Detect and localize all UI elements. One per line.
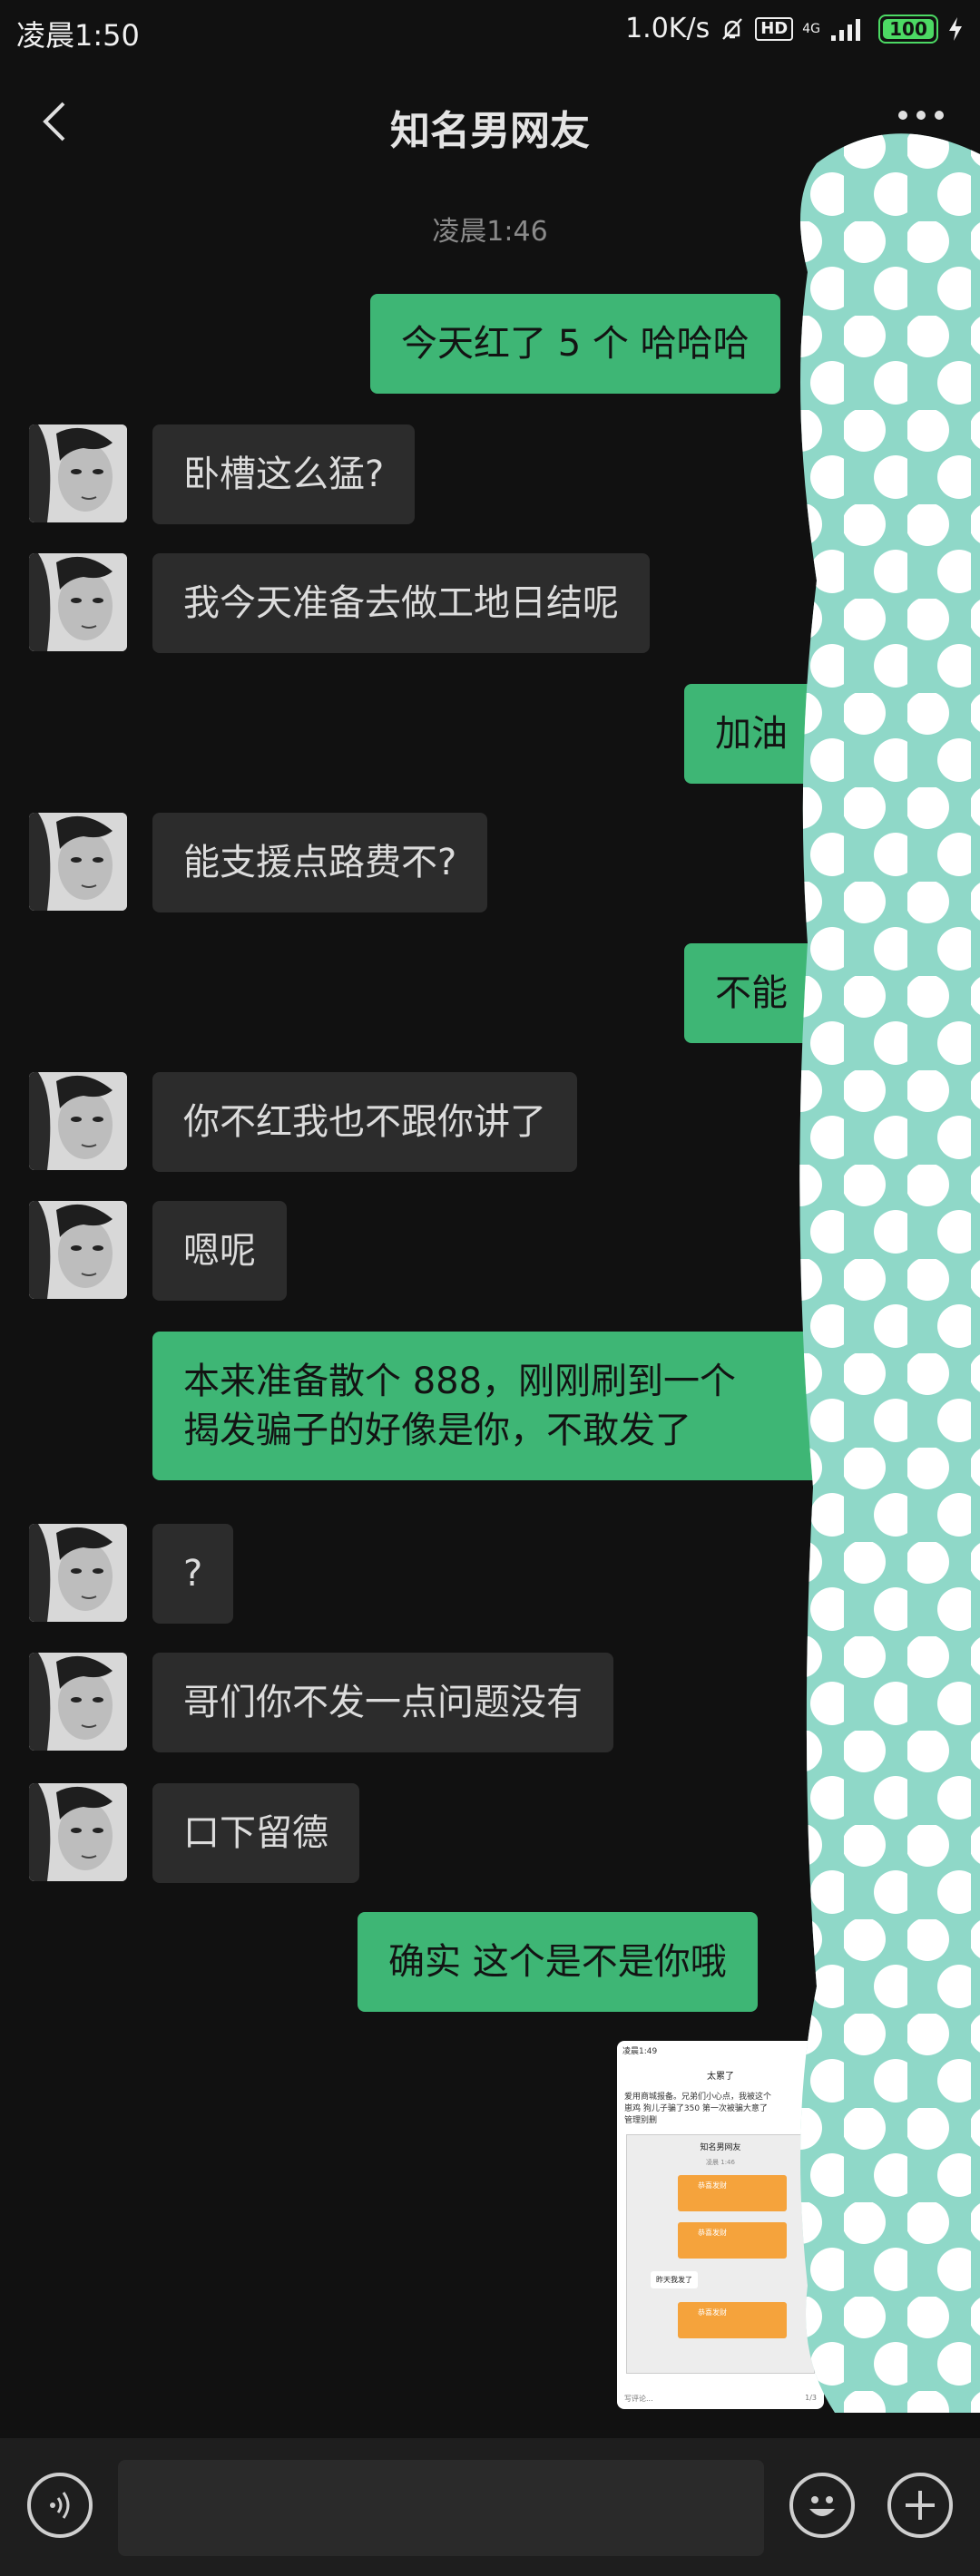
battery-level: 100 xyxy=(889,17,927,40)
voice-icon[interactable] xyxy=(27,2473,93,2538)
avatar[interactable] xyxy=(29,1524,127,1622)
more-dots-icon[interactable] xyxy=(898,111,944,120)
battery-icon: 100 xyxy=(878,14,938,44)
hd-badge: HD xyxy=(755,16,794,41)
bell-muted-icon xyxy=(722,17,743,40)
avatar-image xyxy=(29,1653,127,1751)
message-bubble-in[interactable]: 我今天准备去做工地日结呢 xyxy=(152,553,650,653)
message-bubble-out[interactable]: 确实 这个是不是你哦 xyxy=(358,1912,758,2012)
avatar-image xyxy=(29,1072,127,1170)
avatar[interactable] xyxy=(29,1072,127,1170)
avatar[interactable] xyxy=(29,1783,127,1881)
thumb-red-label: 恭喜发财 xyxy=(698,2181,727,2190)
status-bar: 凌晨1:50 1.0K/s HD 4G 100 xyxy=(0,0,980,65)
message-bubble-in[interactable]: ? xyxy=(152,1524,234,1624)
polka-dot-sticker xyxy=(799,133,980,2413)
avatar[interactable] xyxy=(29,1653,127,1751)
thumb-red-packet: 恭喜发财 xyxy=(678,2175,787,2211)
avatar[interactable] xyxy=(29,813,127,911)
message-bubble-in[interactable]: 卧槽这么猛? xyxy=(152,424,416,524)
network-speed: 1.0K/s xyxy=(625,13,710,44)
message-bubble-in[interactable]: 嗯呢 xyxy=(152,1201,287,1301)
dot xyxy=(898,111,907,120)
network-type: 4G xyxy=(802,23,820,35)
emoji-icon[interactable] xyxy=(789,2473,855,2538)
message-bubble-in[interactable]: 能支援点路费不? xyxy=(152,813,488,912)
message-line: 揭发骗子的好像是你，不敢发了 xyxy=(183,1410,691,1451)
signal-icon xyxy=(831,18,860,41)
message-input[interactable] xyxy=(118,2460,764,2556)
plus-sign xyxy=(906,2491,935,2520)
thumb-author: 太累了 xyxy=(707,2072,734,2082)
message-bubble-in[interactable]: 你不红我也不跟你讲了 xyxy=(152,1072,577,1172)
thumb-status-time: 凌晨1:49 xyxy=(622,2047,658,2056)
dot xyxy=(935,111,944,120)
message-bubble-out[interactable]: 今天红了 5 个 哈哈哈 xyxy=(370,294,780,394)
thumb-red-label: 恭喜发财 xyxy=(698,2308,727,2317)
message-bubble-in[interactable]: 口下留德 xyxy=(152,1783,359,1883)
avatar-image xyxy=(29,1201,127,1299)
thumb-red-packet: 恭喜发财 xyxy=(678,2222,787,2259)
avatar-image xyxy=(29,813,127,911)
avatar-image xyxy=(29,1524,127,1622)
avatar[interactable] xyxy=(29,424,127,522)
charging-icon xyxy=(949,16,962,41)
voice-waves xyxy=(50,2492,70,2519)
thumb-comment-placeholder: 写评论... xyxy=(624,2395,653,2403)
status-icons: 1.0K/s HD 4G 100 xyxy=(625,13,964,44)
avatar-image xyxy=(29,1783,127,1881)
thumb-inner-message: 昨天我发了 xyxy=(651,2271,698,2288)
emoji-face xyxy=(809,2496,835,2516)
thumb-red-label: 恭喜发财 xyxy=(698,2229,727,2237)
dot xyxy=(916,111,926,120)
message-line: 本来准备散个 888，刚刚刷到一个 xyxy=(183,1361,737,1402)
avatar-image xyxy=(29,553,127,651)
avatar[interactable] xyxy=(29,1201,127,1299)
chat-input-bar xyxy=(0,2438,980,2576)
avatar-image xyxy=(29,424,127,522)
thumb-red-packet: 恭喜发财 xyxy=(678,2302,787,2338)
avatar[interactable] xyxy=(29,553,127,651)
status-time: 凌晨1:50 xyxy=(16,18,140,53)
message-bubble-in[interactable]: 哥们你不发一点问题没有 xyxy=(152,1653,613,1752)
network-type-label: 4G xyxy=(802,21,820,36)
plus-icon[interactable] xyxy=(887,2473,953,2538)
